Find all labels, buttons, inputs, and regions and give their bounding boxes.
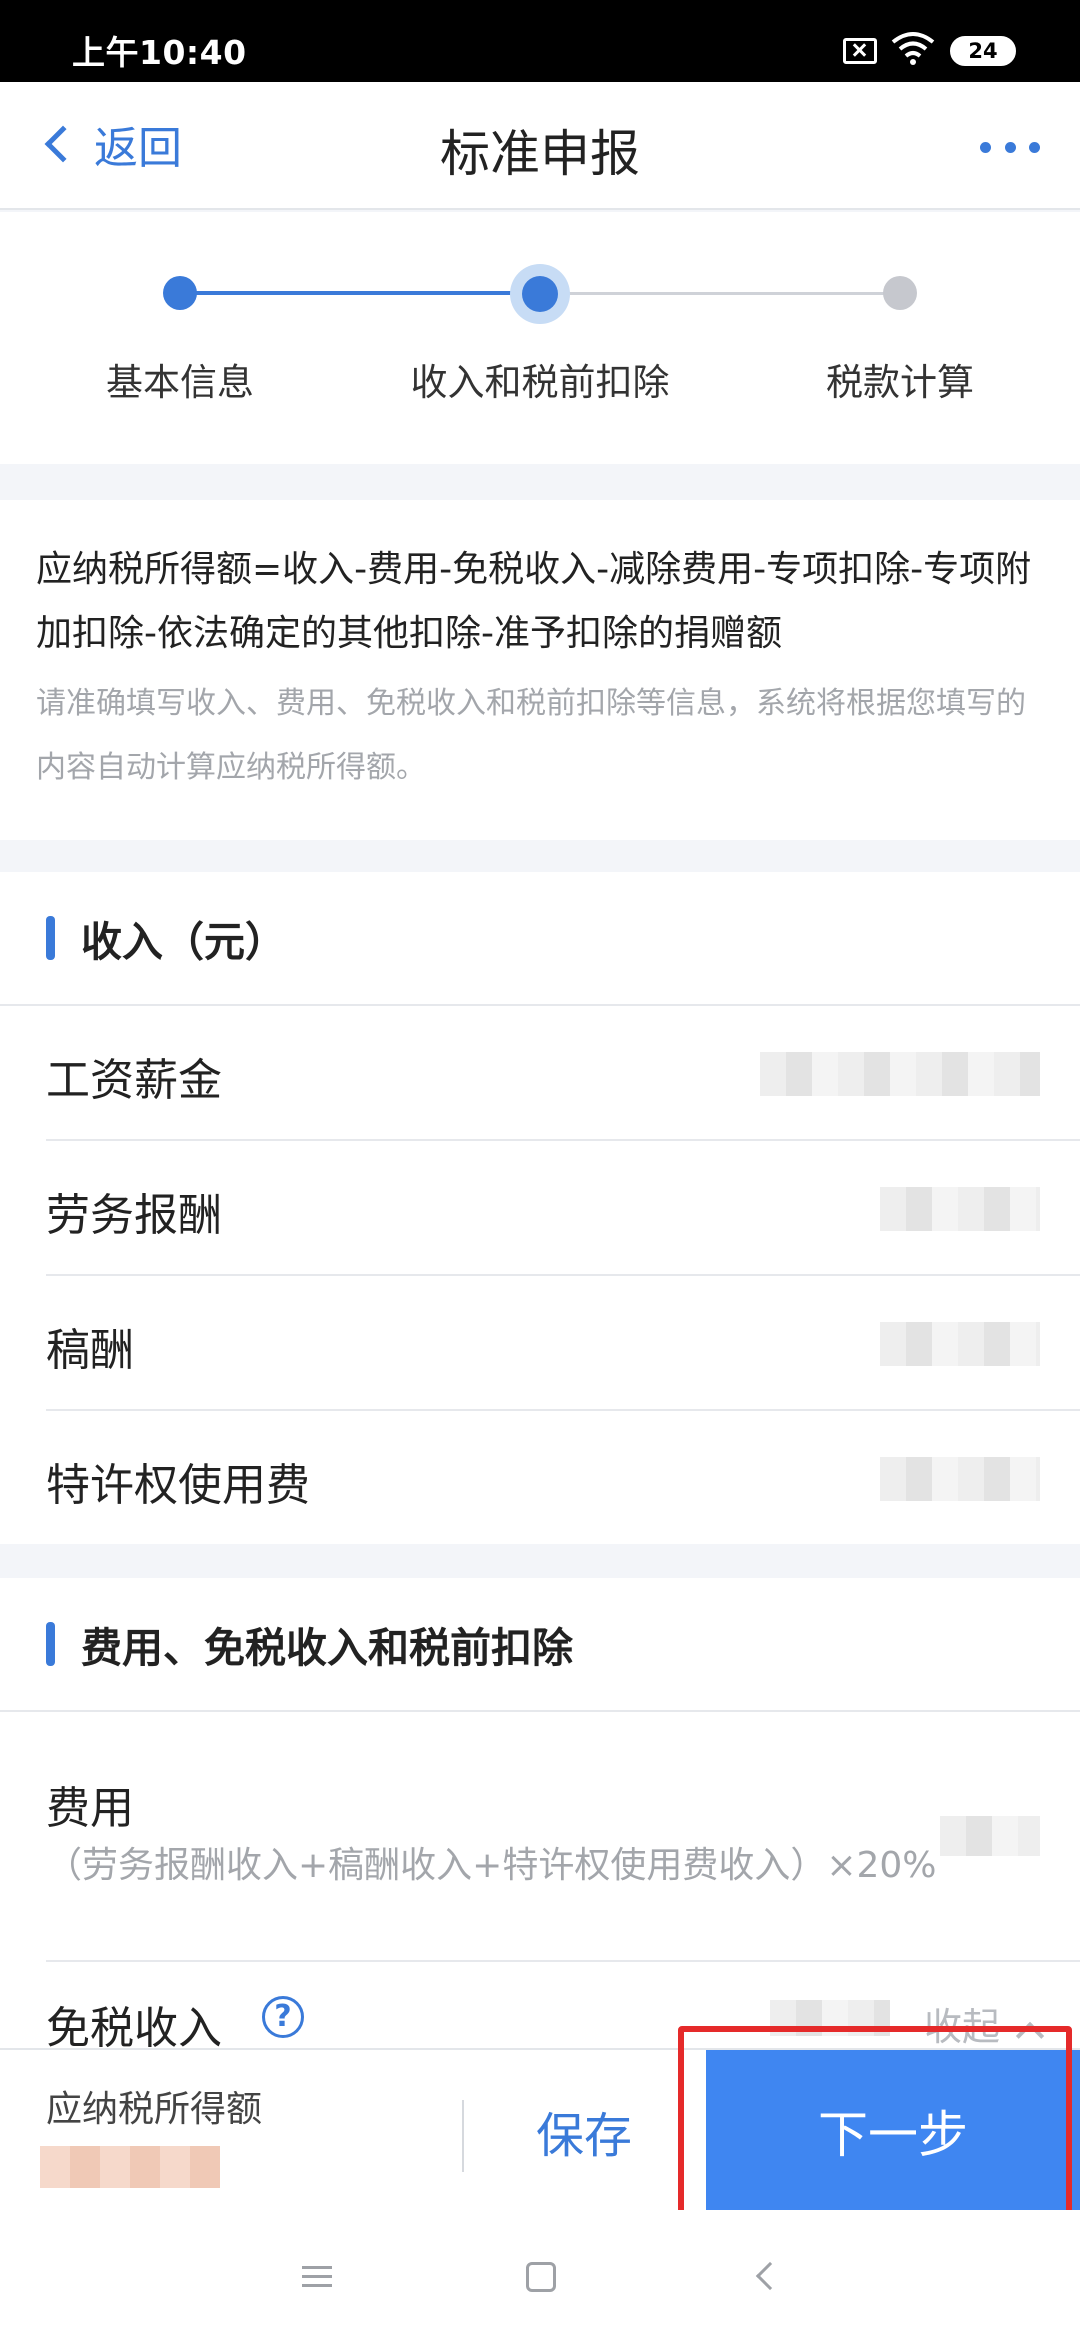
page-title: 标准申报: [440, 125, 640, 183]
highlight-annotation: [678, 2026, 1072, 2240]
income-row-license-fee[interactable]: 特许权使用费: [46, 1411, 1080, 1546]
row-label: 劳务报酬: [46, 1190, 222, 1241]
no-sim-icon: [843, 38, 877, 64]
expense-row[interactable]: 费用 （劳务报酬收入+稿酬收入+特许权使用费收入）×20%: [46, 1712, 1080, 1962]
step-label-tax-calculation: 税款计算: [826, 361, 974, 404]
row-label: 稿酬: [46, 1325, 134, 1376]
section-title: 收入（元）: [81, 918, 286, 966]
taxable-income-label: 应纳税所得额: [46, 2089, 263, 2130]
taxfree-label: 免税收入: [46, 2003, 222, 2054]
expense-formula: （劳务报酬收入+稿酬收入+特许权使用费收入）×20%: [46, 1845, 937, 1886]
home-icon[interactable]: [526, 2262, 556, 2292]
step-label-basic-info: 基本信息: [106, 361, 254, 404]
status-bar: 上午10:40 24: [0, 0, 1080, 82]
blurred-amount: [880, 1187, 1040, 1231]
more-options-button[interactable]: [980, 132, 1040, 162]
formula-text: 应纳税所得额=收入-费用-免税收入-减除费用-专项扣除-专项附加扣除-依法确定的…: [36, 549, 1032, 654]
more-dot-icon: [980, 141, 991, 153]
section-title: 费用、免税收入和税前扣除: [81, 1624, 573, 1672]
help-icon[interactable]: ?: [262, 1996, 304, 2038]
income-row-labor[interactable]: 劳务报酬: [46, 1141, 1080, 1276]
section-header: 收入（元）: [0, 872, 1080, 1006]
formula-section: 应纳税所得额=收入-费用-免税收入-减除费用-专项扣除-专项附加扣除-依法确定的…: [0, 500, 1080, 840]
formula-hint: 请准确填写收入、费用、免税收入和税前扣除等信息，系统将根据您填写的内容自动计算应…: [36, 686, 1026, 785]
blurred-taxable-income: [40, 2146, 220, 2188]
row-label: 特许权使用费: [46, 1460, 310, 1511]
step-connector-done: [180, 291, 540, 295]
income-section: 收入（元） 工资薪金 劳务报酬 稿酬 特许权使用费: [0, 872, 1080, 1544]
section-marker: [46, 916, 55, 960]
battery-icon: 24: [950, 36, 1016, 66]
blurred-amount: [880, 1457, 1040, 1501]
system-nav-bar: [0, 2210, 1080, 2340]
step-label-income-deductions: 收入和税前扣除: [410, 361, 670, 404]
row-label: 工资薪金: [46, 1055, 222, 1106]
step-dot-done: [163, 276, 197, 310]
income-row-salary[interactable]: 工资薪金: [46, 1006, 1080, 1141]
blurred-amount: [760, 1052, 1040, 1096]
wifi-icon: [891, 32, 935, 65]
section-marker: [46, 1622, 55, 1666]
deductions-section: 费用、免税收入和税前扣除 费用 （劳务报酬收入+稿酬收入+特许权使用费收入）×2…: [0, 1578, 1080, 2054]
income-row-royalty[interactable]: 稿酬: [46, 1276, 1080, 1411]
status-time: 上午10:40: [72, 33, 247, 72]
blurred-amount: [880, 1322, 1040, 1366]
menu-icon[interactable]: [302, 2266, 332, 2288]
more-dot-icon: [1004, 141, 1016, 153]
step-dot-current: [510, 264, 570, 324]
more-dot-icon: [1029, 141, 1040, 153]
section-header: 费用、免税收入和税前扣除: [0, 1578, 1080, 1712]
step-dot-pending: [883, 276, 917, 310]
nav-bar: 返回 标准申报: [0, 82, 1080, 210]
expense-label: 费用: [46, 1783, 134, 1834]
blurred-amount: [940, 1816, 1040, 1856]
progress-stepper: 基本信息 收入和税前扣除 税款计算: [0, 212, 1080, 464]
system-back-icon[interactable]: [755, 2261, 785, 2291]
save-button[interactable]: 保存: [464, 2050, 704, 2212]
step-connector-pending: [540, 292, 900, 295]
